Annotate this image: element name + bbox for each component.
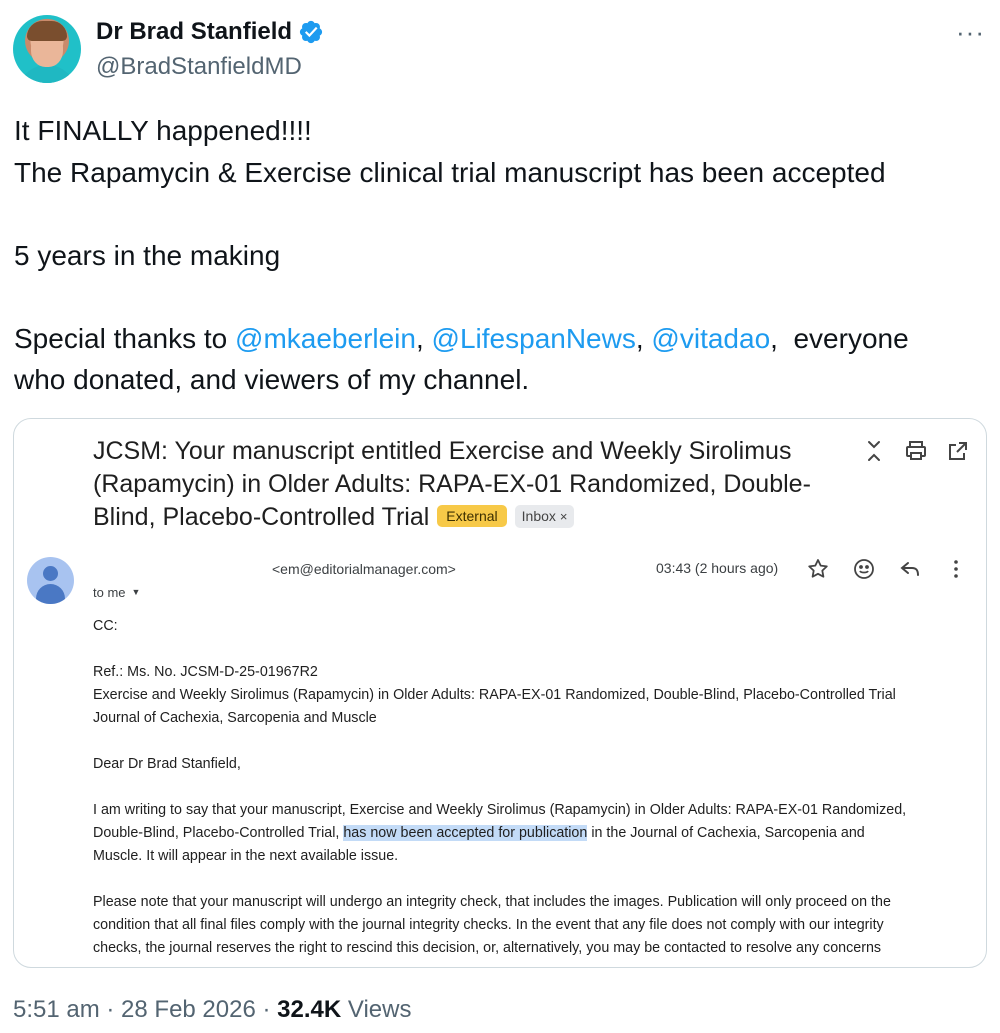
sender-email: <em@editorialmanager.com> [272, 561, 456, 577]
tweet-line-5: who donated, and viewers of my channel. [14, 364, 530, 395]
sender-avatar [27, 557, 74, 604]
email-subject: JCSM: Your manuscript entitled Exercise … [93, 435, 853, 534]
attached-image[interactable]: JCSM: Your manuscript entitled Exercise … [13, 418, 987, 968]
tweet-meta: 5:51 am · 28 Feb 2026 · 32.4K Views [13, 996, 411, 1024]
post-date[interactable]: 28 Feb 2026 [121, 996, 256, 1023]
tweet-text: It FINALLY happened!!!! The Rapamycin & … [14, 110, 984, 401]
avatar-hair [27, 21, 67, 41]
tweet-line-1: It FINALLY happened!!!! [14, 115, 312, 146]
more-vert-icon [954, 560, 958, 578]
separator-dot: · [99, 996, 122, 1023]
chevron-down-icon: ▼ [131, 587, 141, 597]
external-label: External [437, 505, 507, 527]
tweet-blank [14, 193, 984, 235]
mention-mkaeberlein[interactable]: @mkaeberlein [235, 323, 416, 354]
tweet-blank [14, 276, 984, 318]
inbox-label-text: Inbox [521, 508, 556, 524]
mention-vitadao[interactable]: @vitadao [651, 323, 770, 354]
collapse-icon [868, 441, 880, 461]
post-time[interactable]: 5:51 am [13, 996, 100, 1023]
tweet-line-4: Special thanks to @mkaeberlein, @Lifespa… [14, 318, 984, 360]
avatar-body [36, 584, 65, 604]
greeting: Dear Dr Brad Stanfield, [93, 756, 241, 772]
separator: , [415, 322, 432, 354]
print-icon [906, 441, 926, 460]
body-line: Please note that your manuscript will un… [93, 894, 891, 910]
recipient-text: to me [93, 585, 126, 600]
emoji-icon [854, 559, 874, 579]
separator: , [635, 322, 652, 354]
email-body: CC: Ref.: Ms. No. JCSM-D-25-01967R2 Exer… [93, 615, 973, 960]
email-toolbar [862, 439, 970, 463]
avatar-head [43, 566, 58, 581]
open-in-new-icon [949, 442, 967, 460]
views-label: Views [341, 996, 412, 1023]
body-text: in the Journal of Cachexia, Sarcopenia a… [587, 825, 865, 841]
body-line: condition that all final files comply wi… [93, 917, 884, 933]
journal-name: Journal of Cachexia, Sarcopenia and Musc… [93, 710, 377, 726]
ref-line: Ref.: Ms. No. JCSM-D-25-01967R2 [93, 664, 318, 680]
avatar-shirt [17, 65, 77, 83]
cc-line: CC: [93, 618, 118, 634]
body-text: Double-Blind, Placebo-Controlled Trial, [93, 825, 344, 841]
body-line: checks, the journal reserves the right t… [93, 940, 882, 956]
author-display-name[interactable]: Dr Brad Stanfield [96, 18, 292, 46]
mention-lifespannews[interactable]: @LifespanNews [432, 323, 636, 354]
thanks-suffix: , everyone [770, 322, 909, 354]
sent-time: 03:43 (2 hours ago) [656, 560, 779, 576]
verified-badge-icon [299, 20, 323, 44]
body-line: I am writing to say that your manuscript… [93, 802, 907, 818]
star-icon [808, 559, 828, 578]
more-options-icon[interactable]: ··· [956, 19, 985, 45]
views-count: 32.4K [277, 996, 342, 1023]
author-avatar[interactable] [13, 15, 81, 83]
tweet-line-3: 5 years in the making [14, 239, 281, 271]
remove-label-icon: × [559, 509, 568, 524]
author-handle[interactable]: @BradStanfieldMD [96, 53, 302, 81]
ref-title: Exercise and Weekly Sirolimus (Rapamycin… [93, 687, 896, 703]
recipient: to me ▼ [93, 585, 140, 600]
body-line: Double-Blind, Placebo-Controlled Trial, … [93, 822, 973, 845]
body-line: Muscle. It will appear in the next avail… [93, 848, 399, 864]
highlighted-text: has now been accepted for publication [343, 825, 588, 841]
message-actions [806, 557, 968, 581]
reply-icon [900, 562, 919, 576]
author-name-row: Dr Brad Stanfield [96, 18, 324, 46]
thanks-prefix: Special thanks to [14, 322, 236, 354]
tweet-line-2: The Rapamycin & Exercise clinical trial … [14, 156, 886, 188]
separator-dot: · [255, 996, 278, 1023]
inbox-label: Inbox × [514, 505, 575, 528]
